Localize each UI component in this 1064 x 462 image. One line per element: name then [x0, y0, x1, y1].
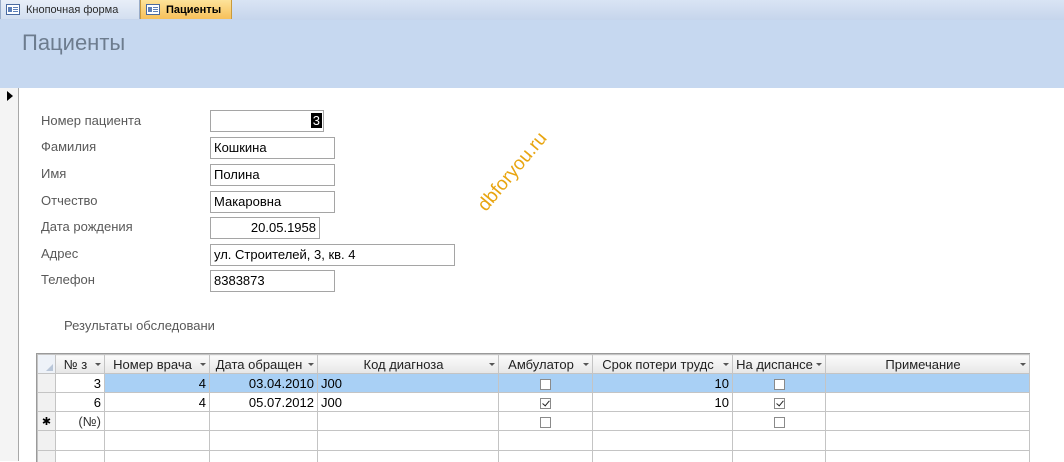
table-cell[interactable]: 03.04.2010	[210, 374, 318, 393]
table-cell[interactable]	[593, 412, 733, 431]
form-icon	[146, 4, 160, 15]
dropdown-arrow-icon[interactable]	[723, 363, 729, 366]
table-cell[interactable]	[826, 412, 1030, 431]
dispensary-checkbox[interactable]	[774, 417, 785, 428]
patronymic-label: Отчество	[41, 193, 98, 208]
table-cell[interactable]: 10	[593, 374, 733, 393]
table-cell[interactable]	[499, 393, 593, 412]
birth-date-label: Дата рождения	[41, 219, 133, 234]
patient-number-label: Номер пациента	[41, 113, 141, 128]
phone-label: Телефон	[41, 272, 95, 287]
table-cell[interactable]	[826, 393, 1030, 412]
address-field[interactable]: ул. Строителей, 3, кв. 4	[210, 244, 455, 266]
table-cell[interactable]	[318, 412, 499, 431]
table-cell[interactable]	[733, 412, 826, 431]
new-record-icon: ✱	[38, 412, 56, 431]
table-cell[interactable]: (№)	[56, 412, 105, 431]
record-selector[interactable]	[0, 88, 19, 461]
table-cell[interactable]	[210, 412, 318, 431]
dropdown-arrow-icon[interactable]	[200, 363, 206, 366]
table-cell[interactable]: 6	[56, 393, 105, 412]
table-cell[interactable]: 10	[593, 393, 733, 412]
form-icon	[6, 4, 20, 15]
patient-number-value: 3	[311, 113, 322, 128]
column-header[interactable]: № з	[56, 355, 105, 374]
column-header[interactable]: Амбулатор	[499, 355, 593, 374]
ambulatory-checkbox[interactable]	[540, 379, 551, 390]
form-header: Пациенты	[0, 20, 1064, 88]
column-header[interactable]: Срок потери трудс	[593, 355, 733, 374]
last-name-label: Фамилия	[41, 139, 96, 154]
tab-label: Пациенты	[166, 4, 221, 16]
birth-date-field[interactable]: 20.05.1958	[210, 217, 320, 239]
empty-row	[38, 431, 1030, 451]
first-name-field[interactable]: Полина	[210, 164, 335, 186]
form-title: Пациенты	[22, 30, 125, 56]
table-cell[interactable]: 4	[105, 393, 210, 412]
empty-row	[38, 451, 1030, 462]
table-cell[interactable]	[499, 412, 593, 431]
dropdown-arrow-icon[interactable]	[1020, 363, 1026, 366]
results-table: № з Номер врача Дата обращен Код диагноз…	[37, 354, 1030, 462]
patronymic-field[interactable]: Макаровна	[210, 191, 335, 213]
exam-results-subform: № з Номер врача Дата обращен Код диагноз…	[36, 353, 1030, 462]
table-cell[interactable]	[105, 412, 210, 431]
table-row[interactable]: 6 4 05.07.2012 J00 10	[38, 393, 1030, 412]
table-cell[interactable]	[733, 393, 826, 412]
document-tab-bar: Кнопочная форма Пациенты	[0, 0, 1064, 21]
new-record-row[interactable]: ✱ (№)	[38, 412, 1030, 431]
table-cell[interactable]: 3	[56, 374, 105, 393]
table-row[interactable]: 3 4 03.04.2010 J00 10	[38, 374, 1030, 393]
dropdown-arrow-icon[interactable]	[583, 363, 589, 366]
column-header[interactable]: На диспансе	[733, 355, 826, 374]
watermark: dbforyou.ru	[474, 128, 553, 216]
phone-field[interactable]: 8383873	[210, 270, 335, 292]
tab-patients[interactable]: Пациенты	[140, 0, 232, 19]
table-cell[interactable]: 05.07.2012	[210, 393, 318, 412]
dispensary-checkbox[interactable]	[774, 379, 785, 390]
current-record-arrow-icon	[7, 91, 13, 101]
column-header[interactable]: Дата обращен	[210, 355, 318, 374]
tab-switchboard-form[interactable]: Кнопочная форма	[0, 0, 140, 19]
table-cell[interactable]: 4	[105, 374, 210, 393]
table-cell[interactable]	[826, 374, 1030, 393]
patient-number-field[interactable]: 3	[210, 110, 324, 132]
address-label: Адрес	[41, 246, 78, 261]
table-cell[interactable]: J00	[318, 393, 499, 412]
dispensary-checkbox[interactable]	[774, 398, 785, 409]
table-header-row: № з Номер врача Дата обращен Код диагноз…	[38, 355, 1030, 374]
last-name-field[interactable]: Кошкина	[210, 137, 335, 159]
tab-label: Кнопочная форма	[26, 4, 118, 16]
table-cell[interactable]	[499, 374, 593, 393]
dropdown-arrow-icon[interactable]	[489, 363, 495, 366]
column-header[interactable]: Код диагноза	[318, 355, 499, 374]
column-header[interactable]: Номер врача	[105, 355, 210, 374]
column-header[interactable]: Примечание	[826, 355, 1030, 374]
first-name-label: Имя	[41, 166, 66, 181]
ambulatory-checkbox[interactable]	[540, 417, 551, 428]
table-cell[interactable]: J00	[318, 374, 499, 393]
dropdown-arrow-icon[interactable]	[816, 363, 822, 366]
subform-label: Результаты обследовани	[64, 318, 215, 333]
ambulatory-checkbox[interactable]	[540, 398, 551, 409]
table-cell[interactable]	[733, 374, 826, 393]
dropdown-arrow-icon[interactable]	[95, 363, 101, 366]
select-all-corner[interactable]	[38, 355, 56, 374]
row-selector[interactable]	[38, 393, 56, 412]
dropdown-arrow-icon[interactable]	[308, 363, 314, 366]
row-selector[interactable]	[38, 374, 56, 393]
